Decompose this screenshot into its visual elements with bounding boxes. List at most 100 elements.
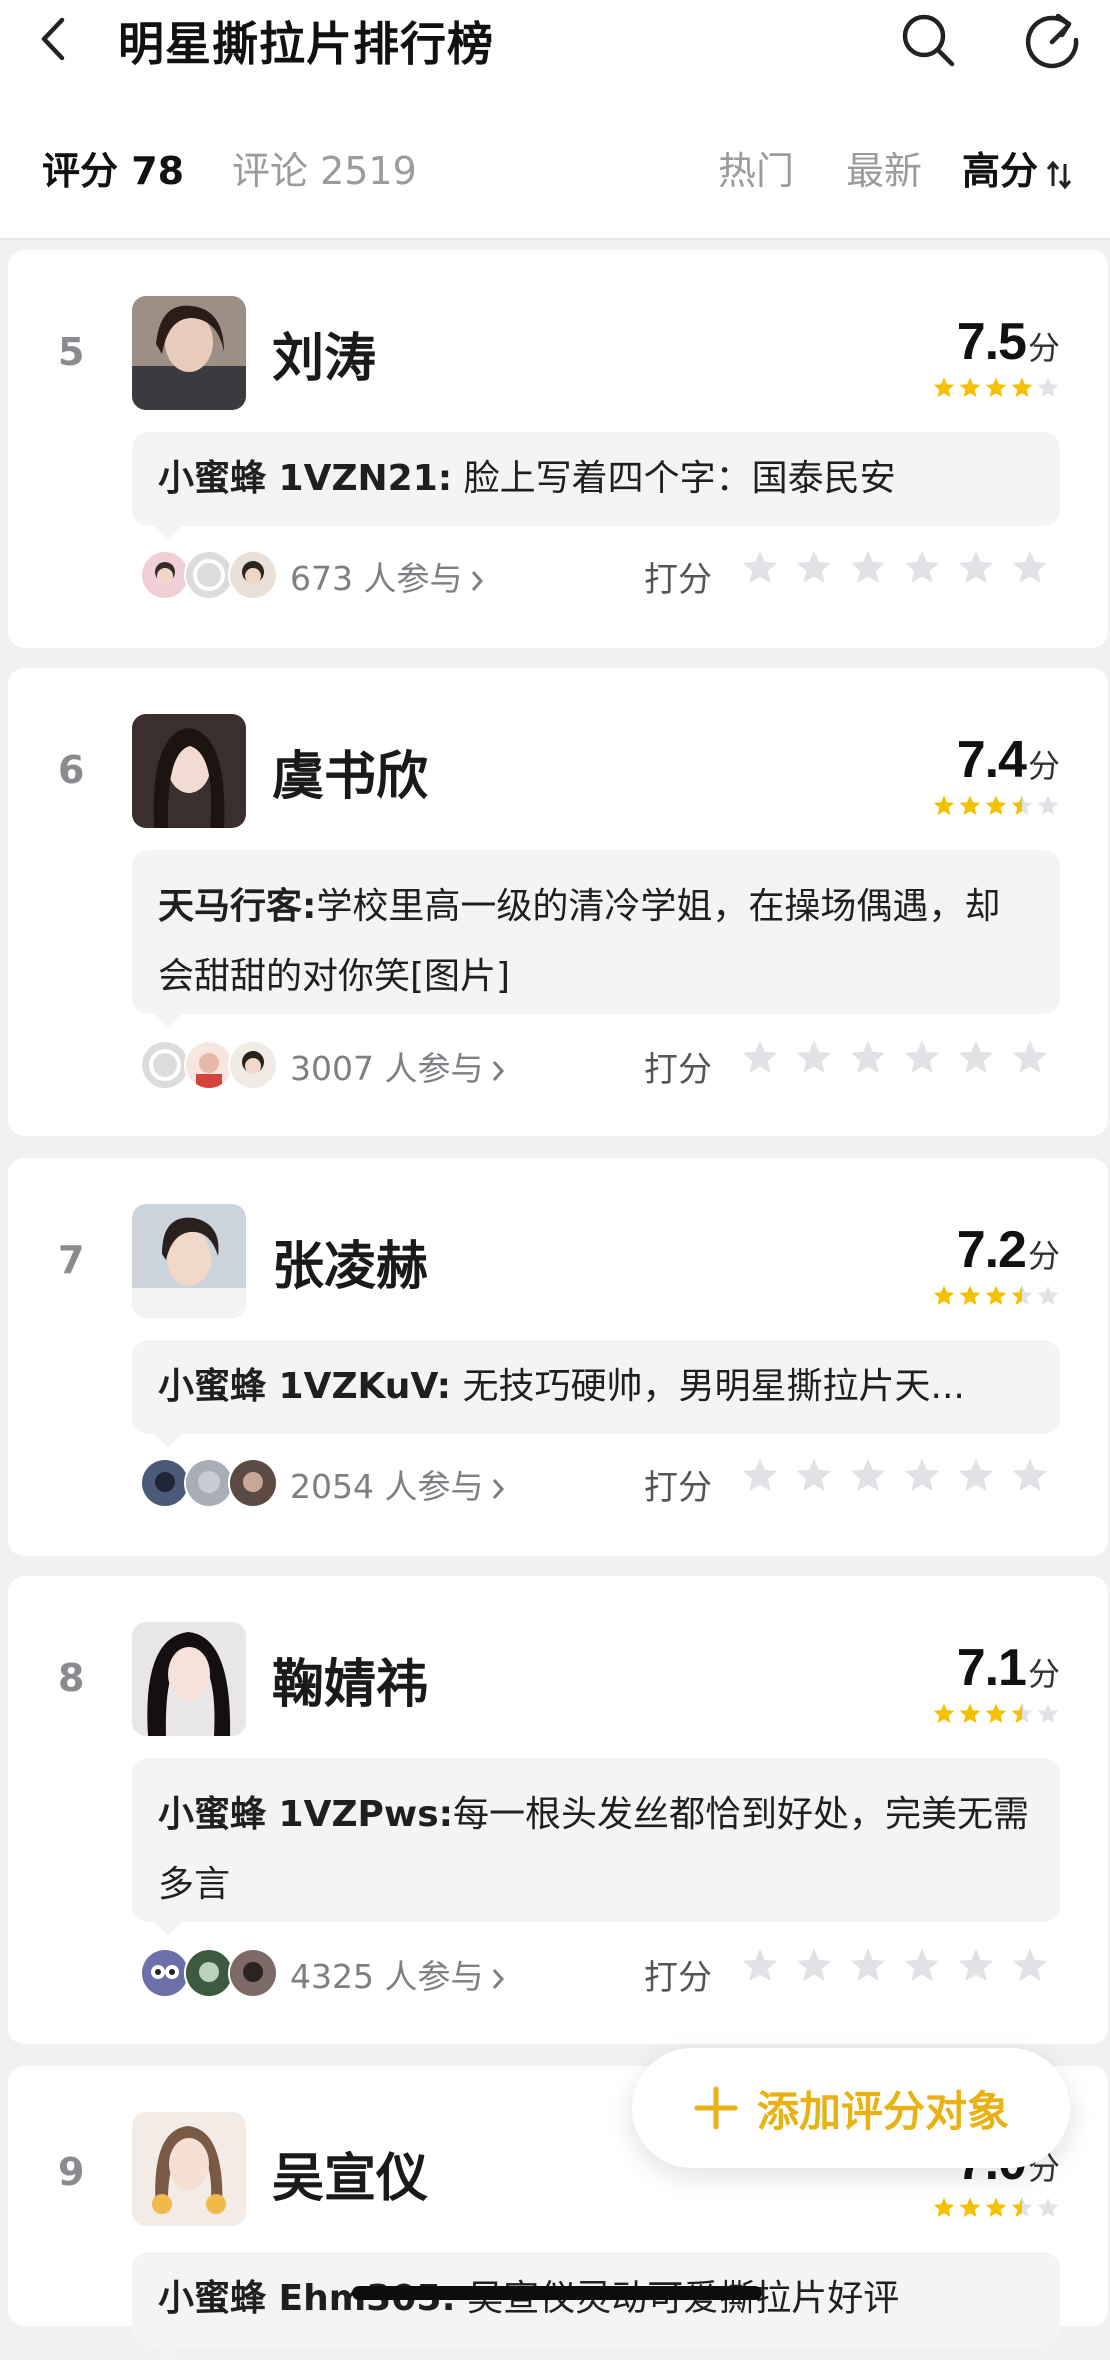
score-unit: 分 xyxy=(1027,1655,1060,1693)
ranking-card[interactable]: 7 张凌赫 7.2分 小蜜蜂 1VZKuV: 无技巧硬帅，男明星撕拉片天... … xyxy=(8,1158,1108,1556)
participant-avatars xyxy=(140,1948,280,1998)
participant-avatars xyxy=(140,1040,280,1090)
star-icon xyxy=(1037,377,1059,397)
rate-star-icon[interactable] xyxy=(740,1038,780,1078)
participant-avatar xyxy=(184,1458,234,1508)
rate-label: 打分 xyxy=(644,560,712,600)
rate-label: 打分 xyxy=(644,1958,712,1998)
close-icon[interactable] xyxy=(18,64,72,118)
rate-star-icon[interactable] xyxy=(848,1456,888,1496)
score-display: 7.1分 xyxy=(957,1638,1060,1698)
top-comment[interactable]: 小蜜蜂 1VZKuV: 无技巧硬帅，男明星撕拉片天... xyxy=(132,1340,1060,1448)
score-display: 7.2分 xyxy=(957,1220,1060,1280)
rate-star-icon[interactable] xyxy=(956,548,996,588)
chevron-right-icon xyxy=(493,1968,505,1989)
rate-star-icon[interactable] xyxy=(848,1946,888,1986)
sort-toggle-icon[interactable] xyxy=(1046,160,1072,190)
star-icon xyxy=(985,795,1007,815)
rate-label: 打分 xyxy=(644,1468,712,1508)
tab-score[interactable]: 评分 78 xyxy=(42,146,184,196)
comment-text: 脸上写着四个字：国泰民安 xyxy=(463,458,896,499)
rate-star-icon[interactable] xyxy=(902,548,942,588)
star-icon xyxy=(1037,1703,1059,1723)
avatar[interactable] xyxy=(132,714,246,828)
participant-avatar xyxy=(228,1458,278,1508)
rate-star-icon[interactable] xyxy=(956,1038,996,1078)
sort-hot[interactable]: 热门 xyxy=(718,146,794,196)
top-comment[interactable]: 小蜜蜂 1VZPws:每一根头发丝都恰到好处，完美无需多言 xyxy=(132,1758,1060,1936)
participant-avatar xyxy=(184,1948,234,1998)
rate-label: 打分 xyxy=(644,1050,712,1090)
avatar[interactable] xyxy=(132,1622,246,1736)
sort-new[interactable]: 最新 xyxy=(846,146,922,196)
rating-input-stars[interactable] xyxy=(740,1456,1050,1496)
rate-star-icon[interactable] xyxy=(1010,1946,1050,1986)
rating-input-stars[interactable] xyxy=(740,548,1050,588)
avatar[interactable] xyxy=(132,1204,246,1318)
rate-star-icon[interactable] xyxy=(794,548,834,588)
rank-number: 5 xyxy=(58,330,85,374)
score-unit: 分 xyxy=(1027,747,1060,785)
rating-input-stars[interactable] xyxy=(740,1946,1050,1986)
star-icon xyxy=(985,1703,1007,1723)
comment-author: 小蜜蜂 1VZN21: xyxy=(158,458,453,499)
rating-input-stars[interactable] xyxy=(740,1038,1050,1078)
average-stars xyxy=(932,1702,1060,1726)
participants-link[interactable]: 2054 人参与 xyxy=(290,1460,505,1508)
page-title: 明星撕拉片排行榜 xyxy=(118,17,494,71)
participants-count: 4325 人参与 xyxy=(290,1957,484,1996)
star-icon xyxy=(1037,795,1059,815)
rate-star-icon[interactable] xyxy=(1010,1456,1050,1496)
rate-star-icon[interactable] xyxy=(740,1456,780,1496)
chevron-right-icon xyxy=(493,1060,505,1081)
rate-star-icon[interactable] xyxy=(902,1456,942,1496)
rate-star-icon[interactable] xyxy=(794,1038,834,1078)
back-arrow-icon[interactable] xyxy=(32,14,82,64)
ranking-card[interactable]: 6 虞书欣 7.4分 天马行客:学校里高一级的清冷学姐，在操场偶遇，却会甜甜的对… xyxy=(8,668,1108,1136)
ranking-card[interactable]: 5 刘涛 7.5分 小蜜蜂 1VZN21: 脸上写着四个字：国泰民安 673 人… xyxy=(8,250,1108,648)
celebrity-name: 张凌赫 xyxy=(272,1237,429,1297)
star-icon xyxy=(1011,795,1033,815)
rate-star-icon[interactable] xyxy=(1010,1038,1050,1078)
star-icon xyxy=(985,1285,1007,1305)
rate-star-icon[interactable] xyxy=(740,548,780,588)
rate-star-icon[interactable] xyxy=(794,1456,834,1496)
star-icon xyxy=(1011,2197,1033,2217)
star-icon xyxy=(985,377,1007,397)
share-icon[interactable] xyxy=(1022,10,1082,70)
score-value: 7.4 xyxy=(956,731,1027,789)
star-icon xyxy=(1037,1285,1059,1305)
score-unit: 分 xyxy=(1027,1237,1060,1275)
rate-star-icon[interactable] xyxy=(794,1946,834,1986)
star-icon xyxy=(933,2197,955,2217)
average-stars xyxy=(932,376,1060,400)
average-stars xyxy=(932,2196,1060,2220)
participants-link[interactable]: 4325 人参与 xyxy=(290,1950,505,1998)
add-rating-target-button[interactable]: 添加评分对象 xyxy=(632,2048,1070,2168)
rate-star-icon[interactable] xyxy=(956,1456,996,1496)
top-nav-bar: 明星撕拉片排行榜 2/7 xyxy=(0,0,1110,120)
ranking-card[interactable]: 8 鞠婧祎 7.1分 小蜜蜂 1VZPws:每一根头发丝都恰到好处，完美无需多言… xyxy=(8,1576,1108,2044)
rate-star-icon[interactable] xyxy=(848,548,888,588)
search-icon[interactable] xyxy=(898,10,958,70)
rate-star-icon[interactable] xyxy=(848,1038,888,1078)
avatar[interactable] xyxy=(132,2112,246,2226)
star-icon xyxy=(985,2197,1007,2217)
star-icon xyxy=(959,1703,981,1723)
rate-star-icon[interactable] xyxy=(902,1946,942,1986)
tab-bar: 评分 78 评论 2519 热门 最新 高分 xyxy=(0,120,1110,240)
sort-high-score[interactable]: 高分 xyxy=(962,146,1038,196)
rate-star-icon[interactable] xyxy=(740,1946,780,1986)
rate-star-icon[interactable] xyxy=(1010,548,1050,588)
rate-star-icon[interactable] xyxy=(902,1038,942,1078)
top-comment[interactable]: 小蜜蜂 1VZN21: 脸上写着四个字：国泰民安 xyxy=(132,432,1060,540)
top-comment[interactable]: 天马行客:学校里高一级的清冷学姐，在操场偶遇，却会甜甜的对你笑[图片] xyxy=(132,850,1060,1028)
rate-star-icon[interactable] xyxy=(956,1946,996,1986)
star-icon xyxy=(959,377,981,397)
participants-link[interactable]: 673 人参与 xyxy=(290,552,484,600)
celebrity-name: 刘涛 xyxy=(272,329,377,389)
comment-author: 天马行客: xyxy=(158,886,317,927)
participants-link[interactable]: 3007 人参与 xyxy=(290,1042,505,1090)
tab-comments[interactable]: 评论 2519 xyxy=(232,146,417,196)
avatar[interactable] xyxy=(132,296,246,410)
